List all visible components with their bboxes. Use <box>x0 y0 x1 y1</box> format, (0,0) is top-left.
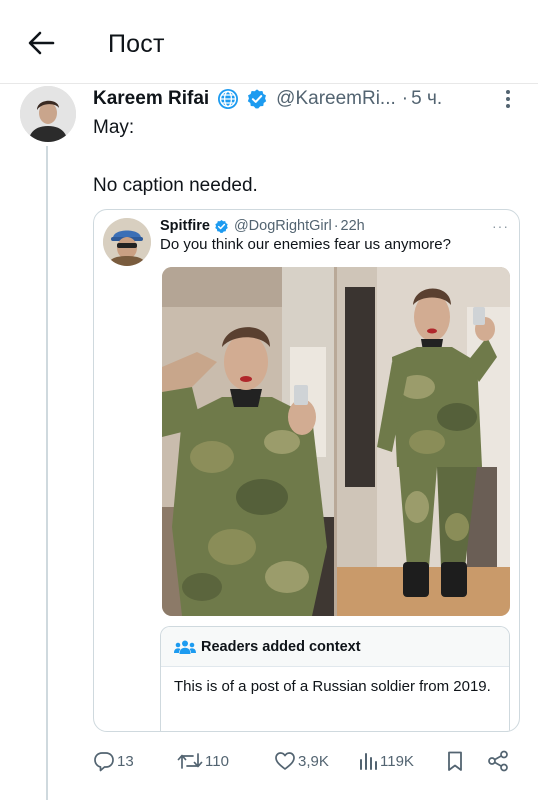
thread-line <box>46 146 48 800</box>
quoted-media[interactable] <box>162 267 510 616</box>
like-button[interactable]: 3,9K <box>274 747 329 775</box>
quoted-author-row: Spitfire @DogRightGirl · 22h <box>160 216 365 236</box>
author-avatar[interactable] <box>20 86 76 142</box>
repost-button[interactable]: 110 <box>177 747 229 775</box>
reply-icon <box>94 752 114 772</box>
like-count: 3,9K <box>298 752 329 770</box>
verified-badge-icon <box>248 89 267 109</box>
globe-icon <box>218 89 239 109</box>
page-title: Пост <box>108 30 165 58</box>
photo-soldier-standing[interactable] <box>337 267 510 616</box>
tweet-text-line-2: No caption needed. <box>93 175 258 196</box>
bookmark-button[interactable] <box>445 747 465 775</box>
community-notes-header: Readers added context <box>161 627 509 667</box>
readers-icon <box>174 640 196 654</box>
quoted-tweet-card[interactable]: Spitfire @DogRightGirl · 22h ··· Do you … <box>93 209 520 732</box>
views-button[interactable]: 119K <box>358 747 414 775</box>
author-row: Kareem Rifai @KareemRi... · 5 ч. <box>93 86 442 112</box>
photo-soldier-saluting[interactable] <box>162 267 334 616</box>
views-count: 119K <box>380 752 414 770</box>
community-notes-box[interactable]: Readers added context This is of a post … <box>160 626 510 731</box>
tweet-text-line-1: May: <box>93 117 135 138</box>
quoted-author-handle[interactable]: @DogRightGirl <box>234 218 332 234</box>
author-name[interactable]: Kareem Rifai <box>93 88 209 110</box>
views-icon <box>360 753 377 770</box>
share-icon <box>488 750 508 772</box>
post-time[interactable]: 5 ч. <box>411 88 442 110</box>
share-button[interactable] <box>486 747 510 775</box>
reply-count: 13 <box>117 752 134 770</box>
quoted-separator-dot: · <box>333 218 339 234</box>
back-arrow-icon <box>28 31 55 55</box>
like-icon <box>275 752 295 770</box>
quoted-verified-badge-icon <box>215 219 228 233</box>
quoted-author-name[interactable]: Spitfire <box>160 218 210 234</box>
community-notes-title: Readers added context <box>201 639 361 655</box>
reply-button[interactable]: 13 <box>93 747 134 775</box>
action-bar: 13 110 3,9K 119K <box>93 747 523 775</box>
more-options-button[interactable] <box>500 88 516 110</box>
back-button[interactable] <box>24 26 58 60</box>
bookmark-icon <box>448 751 462 771</box>
separator-dot: · <box>401 88 409 109</box>
more-vertical-icon <box>506 90 510 108</box>
repost-count: 110 <box>205 752 229 770</box>
top-bar: Пост <box>0 0 538 84</box>
author-handle[interactable]: @KareemRi... <box>276 88 396 110</box>
community-notes-text: This is of a post of a Russian soldier f… <box>174 678 491 695</box>
quoted-author-avatar[interactable] <box>103 218 151 266</box>
quoted-tweet-text: Do you think our enemies fear us anymore… <box>160 236 451 253</box>
quoted-more-options[interactable]: ··· <box>492 218 509 234</box>
quoted-post-time[interactable]: 22h <box>341 218 365 234</box>
repost-icon <box>177 753 203 769</box>
